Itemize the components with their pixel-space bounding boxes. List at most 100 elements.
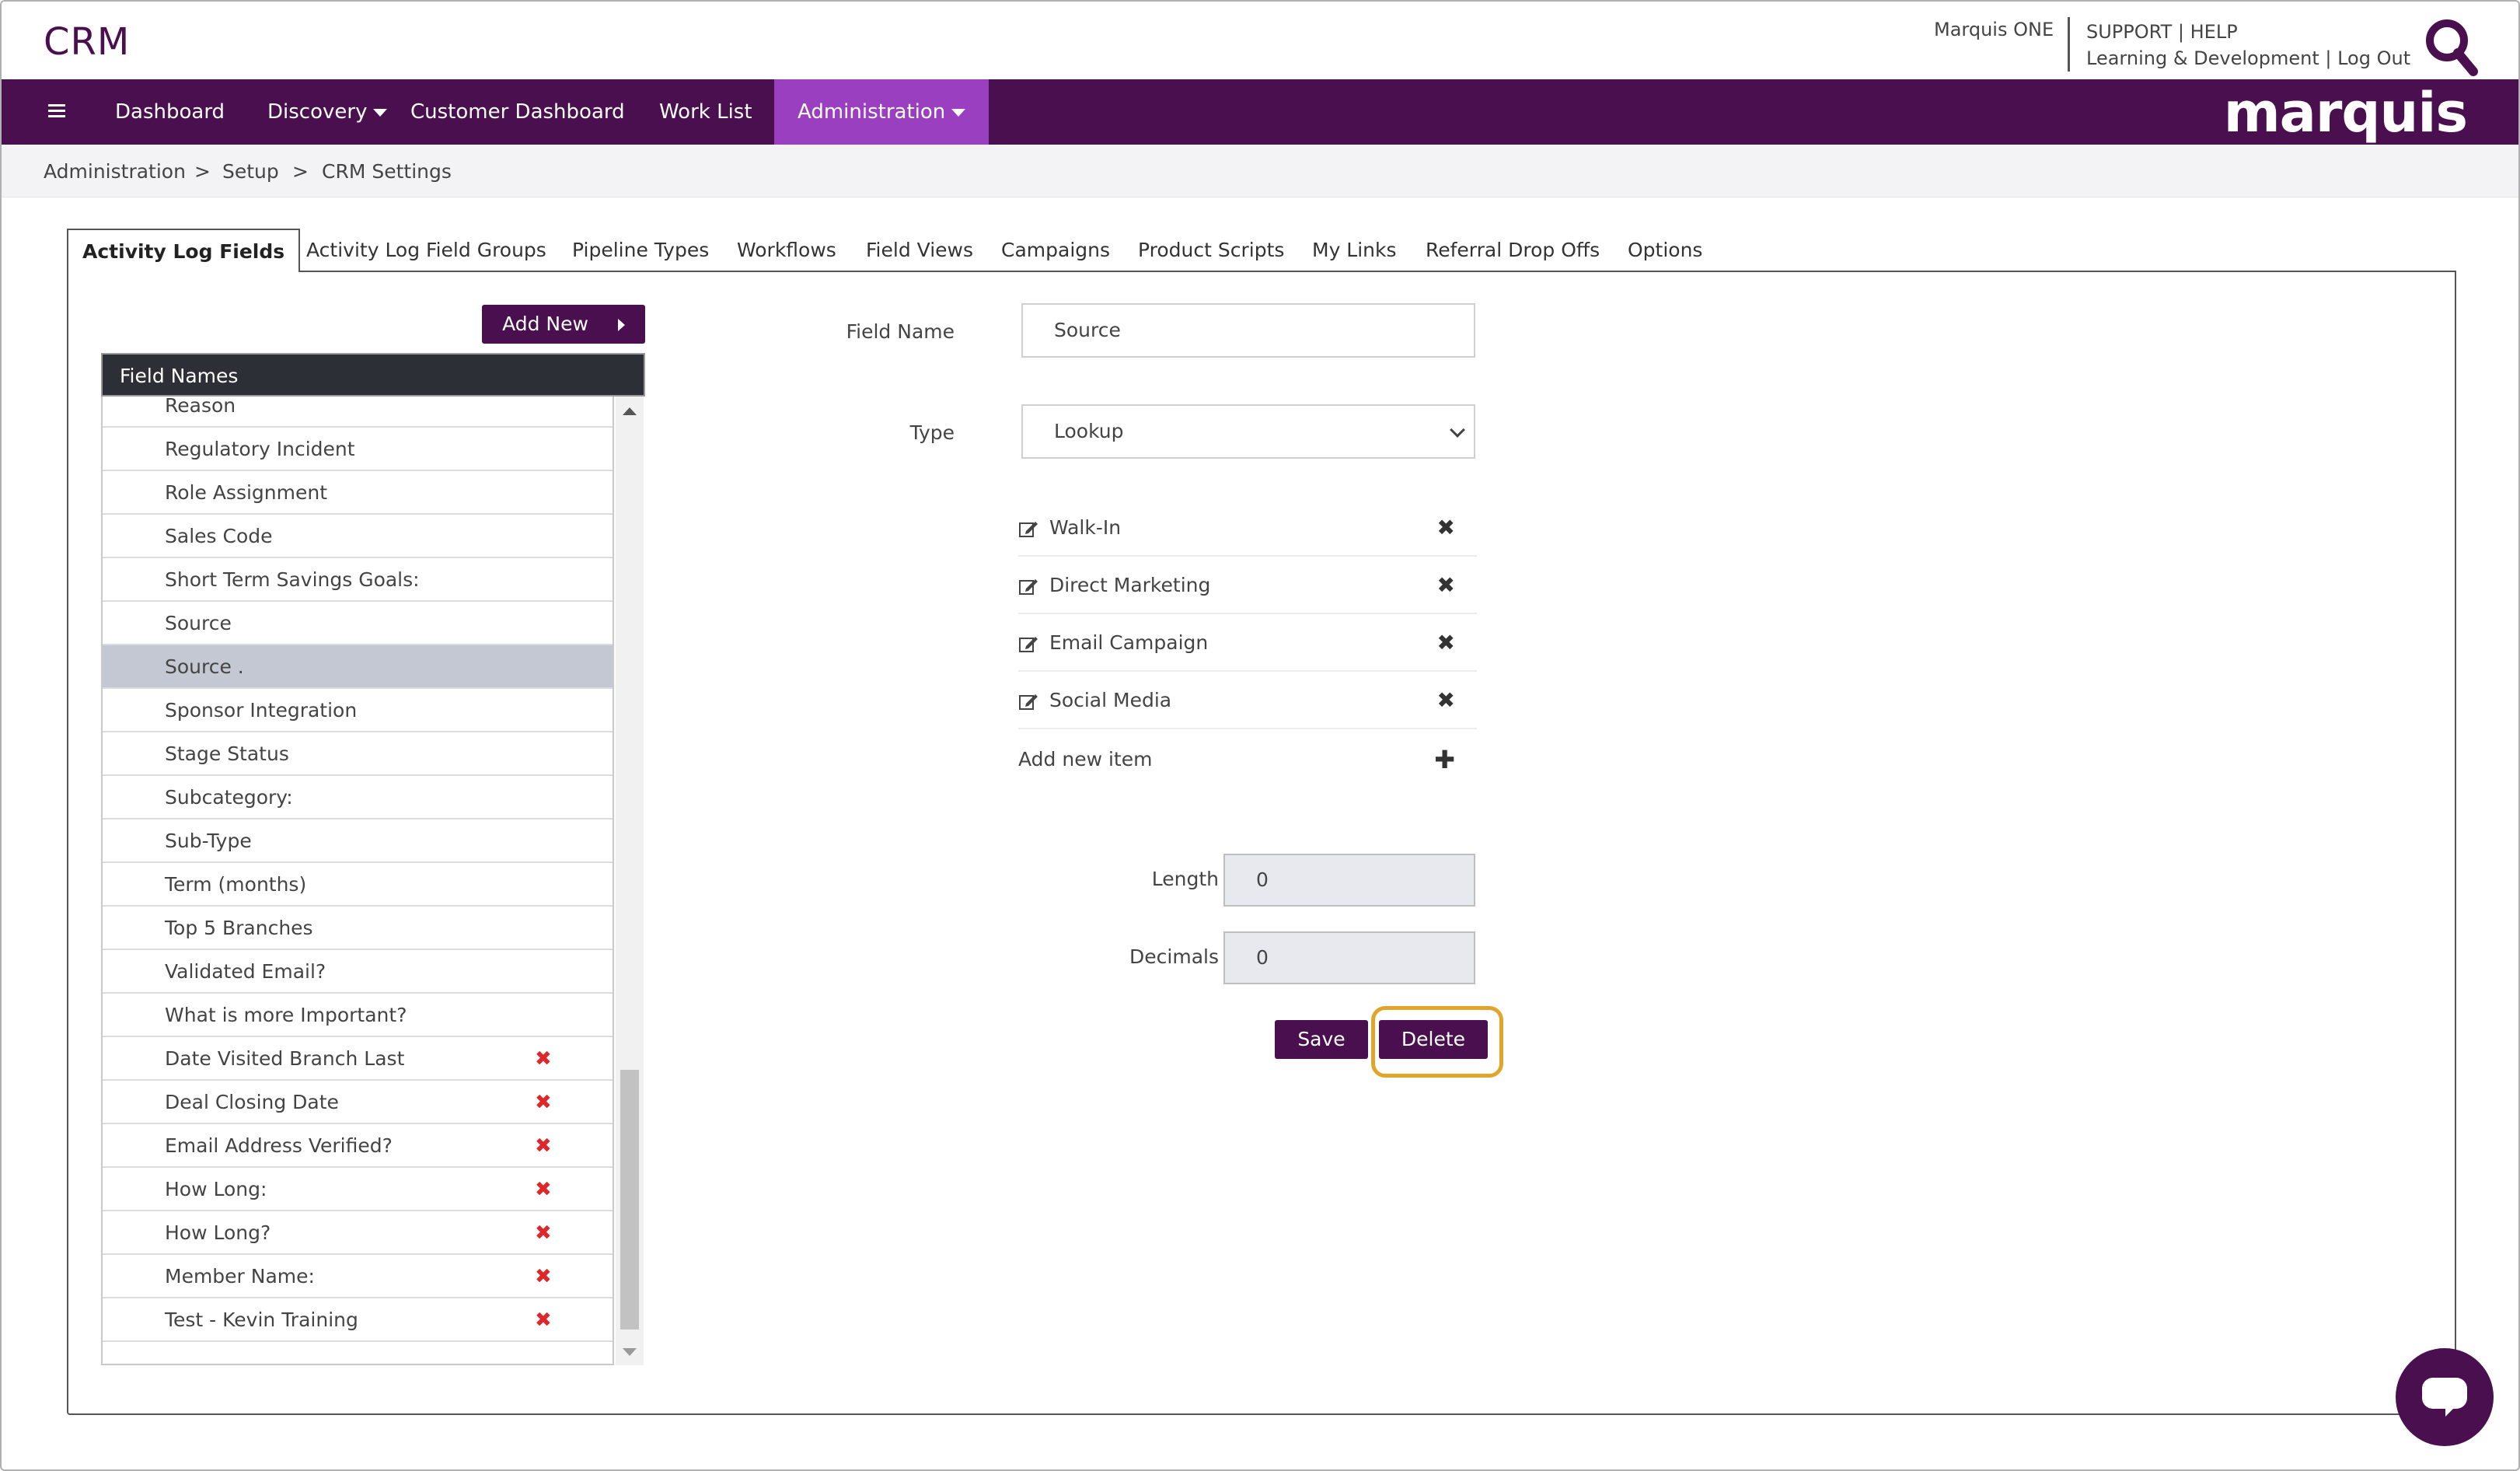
chat-button[interactable] [2396,1348,2494,1446]
list-item[interactable]: Validated Email? [103,950,613,994]
nav-discovery[interactable]: Discovery [267,79,388,145]
edit-icon[interactable] [1018,519,1038,538]
list-item[interactable]: Deal Closing Date ✖ [103,1081,613,1124]
plus-icon[interactable]: ✚ [1434,731,1455,788]
menu-icon[interactable] [45,100,68,123]
length-label: Length [1151,868,1219,890]
app-title: CRM [44,20,131,64]
list-item[interactable]: Role Assignment [103,471,613,515]
delete-icon[interactable]: ✖ [535,1124,552,1168]
scroll-down-icon[interactable] [623,1348,637,1356]
edit-icon[interactable] [1018,692,1038,711]
list-item[interactable]: Date Visited Branch Last ✖ [103,1037,613,1081]
save-button[interactable]: Save [1275,1020,1368,1059]
logout-link[interactable]: Log Out [2337,47,2410,69]
delete-button[interactable]: Delete [1379,1020,1488,1059]
learning-development-link[interactable]: Learning & Development [2086,47,2319,69]
edit-icon[interactable] [1018,577,1038,596]
lookup-item-direct-marketing: Direct Marketing ✖ [1018,557,1477,614]
breadcrumb-separator: > [194,160,211,183]
list-item-label: Validated Email? [165,960,326,983]
add-new-item-row[interactable]: Add new item ✚ [1018,731,1477,788]
delete-icon[interactable]: ✖ [535,1037,552,1081]
search-icon[interactable] [2424,17,2480,76]
delete-icon[interactable]: ✖ [535,1081,552,1124]
remove-icon[interactable]: ✖ [1437,557,1455,614]
lookup-item-label: Walk-In [1049,516,1122,539]
list-item[interactable]: How Long: ✖ [103,1168,613,1211]
list-item[interactable]: Short Term Savings Goals: [103,558,613,602]
list-item[interactable]: Top 5 Branches [103,907,613,950]
tab-field-views[interactable]: Field Views [866,229,973,272]
nav-label: Customer Dashboard [410,100,625,124]
type-select[interactable]: Lookup [1021,404,1475,459]
field-name-input[interactable]: Source [1021,303,1475,358]
delete-icon[interactable]: ✖ [535,1211,552,1255]
support-link[interactable]: SUPPORT [2086,21,2172,43]
length-input[interactable]: 0 [1223,854,1475,907]
remove-icon[interactable]: ✖ [1437,672,1455,729]
list-item-selected[interactable]: Source . [103,645,613,689]
lookup-item-label: Direct Marketing [1049,574,1211,596]
tab-pipeline-types[interactable]: Pipeline Types [572,229,709,272]
tab-activity-log-fields[interactable]: Activity Log Fields [67,229,301,272]
list-item-label: Top 5 Branches [165,917,313,939]
nav-administration[interactable]: Administration [774,79,990,145]
scroll-thumb[interactable] [620,1070,639,1329]
list-item[interactable]: How Long? ✖ [103,1211,613,1255]
chevron-down-icon [1450,422,1465,438]
top-header: CRM Marquis ONE SUPPORT | HELP Learning … [2,2,2518,79]
lookup-item-label: Social Media [1049,689,1172,711]
delete-icon[interactable]: ✖ [535,1168,552,1211]
list-item[interactable]: Sponsor Integration [103,689,613,732]
tab-workflows[interactable]: Workflows [737,229,836,272]
tab-campaigns[interactable]: Campaigns [1001,229,1110,272]
tab-product-scripts[interactable]: Product Scripts [1138,229,1284,272]
tab-referral-drop-offs[interactable]: Referral Drop Offs [1426,229,1600,272]
nav-label: Administration [798,100,946,124]
caret-right-icon [617,319,625,331]
nav-work-list[interactable]: Work List [659,79,752,145]
product-name-link[interactable]: Marquis ONE [1934,19,2054,40]
list-item-label: How Long: [165,1178,267,1200]
breadcrumb-setup[interactable]: Setup [222,160,279,183]
list-item-label: Sales Code [165,525,273,547]
edit-icon[interactable] [1018,634,1038,653]
tab-options[interactable]: Options [1628,229,1702,272]
list-item[interactable]: Sales Code [103,515,613,558]
marquis-logo: marquis [2223,81,2468,145]
list-item-label: Term (months) [165,873,307,896]
list-item[interactable]: Source [103,602,613,645]
tab-activity-log-field-groups[interactable]: Activity Log Field Groups [306,229,546,272]
delete-icon[interactable]: ✖ [535,1255,552,1298]
list-item[interactable]: Subcategory: [103,776,613,819]
scroll-up-icon[interactable] [623,407,637,415]
list-item-label: Member Name: [165,1265,315,1288]
list-item[interactable]: Regulatory Incident [103,428,613,471]
help-link[interactable]: HELP [2190,21,2238,43]
decimals-input[interactable]: 0 [1223,931,1475,984]
chat-icon [2422,1378,2467,1409]
tab-my-links[interactable]: My Links [1312,229,1397,272]
add-new-button[interactable]: Add New [482,305,645,344]
nav-dashboard[interactable]: Dashboard [115,79,225,145]
list-item[interactable]: Sub-Type [103,819,613,863]
list-item[interactable]: Stage Status [103,732,613,776]
remove-icon[interactable]: ✖ [1437,614,1455,672]
list-item[interactable]: Test - Kevin Training ✖ [103,1298,613,1342]
list-item[interactable]: Member Name: ✖ [103,1255,613,1298]
list-item-label: Reason [165,397,236,417]
list-item-label: How Long? [165,1221,271,1244]
field-list-scrollbar[interactable] [616,397,644,1365]
nav-customer-dashboard[interactable]: Customer Dashboard [410,79,625,145]
list-item[interactable]: Reason [103,397,613,428]
remove-icon[interactable]: ✖ [1437,499,1455,557]
list-item-label: What is more Important? [165,1004,407,1026]
list-item[interactable]: What is more Important? [103,994,613,1037]
breadcrumb: Administration > Setup > CRM Settings [2,145,2518,197]
list-item[interactable]: Term (months) [103,863,613,907]
breadcrumb-administration[interactable]: Administration [44,160,186,183]
list-item[interactable]: Email Address Verified? ✖ [103,1124,613,1168]
lookup-item-walk-in: Walk-In ✖ [1018,499,1477,557]
delete-icon[interactable]: ✖ [535,1298,552,1342]
